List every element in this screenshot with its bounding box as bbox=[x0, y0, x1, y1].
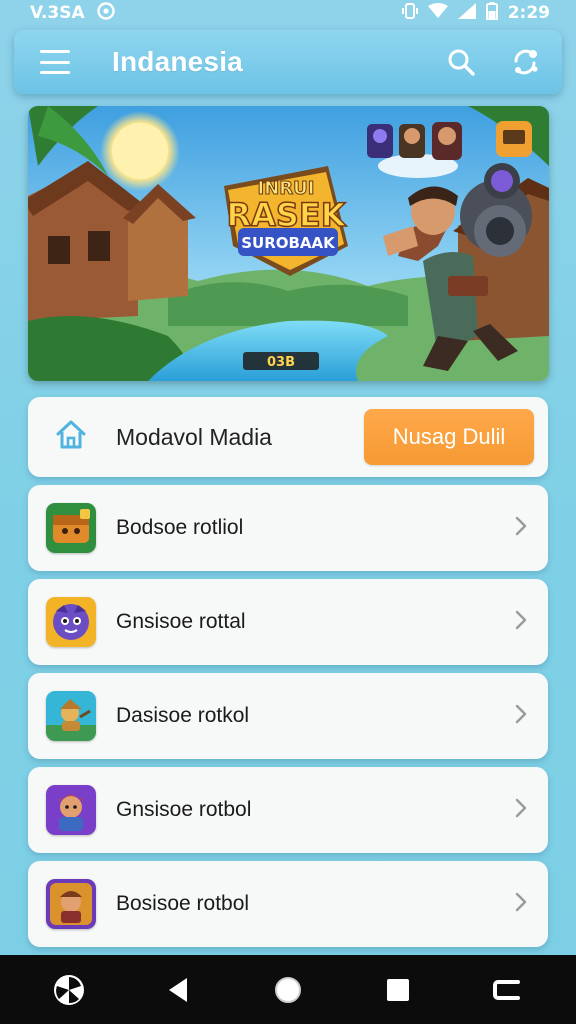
chevron-right-icon bbox=[514, 515, 528, 542]
vibrate-icon bbox=[401, 2, 418, 25]
list-item[interactable]: Bodsoe rotliol bbox=[28, 485, 548, 571]
list-item-label: Dasisoe rotkol bbox=[116, 704, 250, 727]
search-icon[interactable] bbox=[444, 45, 478, 79]
banner-logo-main: RASEK bbox=[226, 196, 346, 234]
game-icon-knight bbox=[46, 879, 96, 929]
featured-game-banner[interactable]: INRUI RASEK SUROBAAK 03B bbox=[28, 106, 549, 381]
list-item-label: Gnsisoe rottal bbox=[116, 610, 246, 633]
game-icon-adventurer bbox=[46, 691, 96, 741]
notification-icon bbox=[96, 1, 115, 25]
share-icon[interactable] bbox=[508, 45, 542, 79]
list-item[interactable]: Bosisoe rotbol bbox=[28, 861, 548, 947]
banner-artwork: INRUI RASEK SUROBAAK 03B bbox=[28, 106, 549, 381]
list-item[interactable]: Gnsisoe rotbol bbox=[28, 767, 548, 853]
game-icon-purple-hero bbox=[46, 597, 96, 647]
header-action-button[interactable]: Nusag Dulil bbox=[364, 409, 534, 465]
game-icon-treasure bbox=[46, 503, 96, 553]
list-item-label: Bosisoe rotbol bbox=[116, 892, 250, 915]
game-icon-warrior bbox=[46, 785, 96, 835]
banner-logo-sub: SUROBAAK bbox=[241, 234, 336, 252]
media-header-label: Modavol Madia bbox=[116, 423, 272, 450]
wifi-icon bbox=[427, 2, 448, 24]
status-left-text: V.3SA bbox=[30, 3, 85, 23]
clock: 2:29 bbox=[507, 3, 550, 23]
banner-counter: 03B bbox=[267, 355, 295, 370]
home-circle-icon[interactable] bbox=[263, 965, 313, 1015]
chevron-right-icon bbox=[514, 609, 528, 636]
list-item[interactable]: Dasisoe rotkol bbox=[28, 673, 548, 759]
status-bar: V.3SA 2:29 bbox=[0, 0, 576, 26]
list-item-label: Gnsisoe rotbol bbox=[116, 798, 252, 821]
signal-icon bbox=[457, 2, 476, 24]
menu-icon[interactable] bbox=[40, 50, 70, 74]
list-item-label: Bodsoe rotliol bbox=[116, 516, 244, 539]
battery-icon bbox=[485, 1, 498, 25]
chevron-right-icon bbox=[514, 891, 528, 918]
media-header-row: Modavol Madia Nusag Dulil bbox=[28, 397, 548, 477]
home-icon[interactable] bbox=[54, 419, 88, 456]
chevron-right-icon bbox=[514, 797, 528, 824]
app-bar: Indanesia bbox=[14, 30, 562, 94]
list-item[interactable]: Gnsisoe rottal bbox=[28, 579, 548, 665]
system-nav-bar bbox=[0, 955, 576, 1024]
apps-icon[interactable] bbox=[44, 965, 94, 1015]
back-icon[interactable] bbox=[153, 965, 203, 1015]
chevron-right-icon bbox=[514, 703, 528, 730]
switch-icon[interactable] bbox=[482, 965, 532, 1015]
recents-icon[interactable] bbox=[373, 965, 423, 1015]
app-title: Indanesia bbox=[112, 46, 243, 77]
